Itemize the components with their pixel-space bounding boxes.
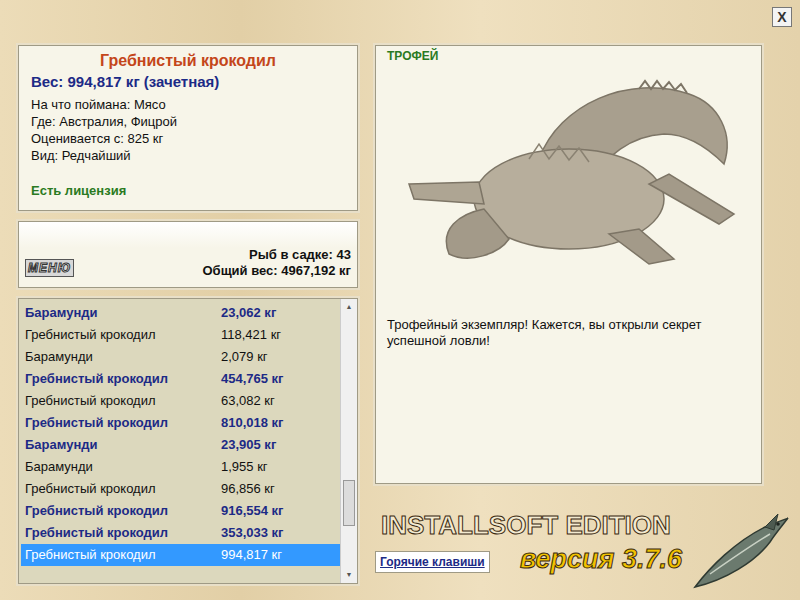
sturgeon-icon <box>690 512 790 592</box>
content: Гребнистый крокодилВес: 994,817 кг (заче… <box>0 45 800 584</box>
scroll-track <box>341 315 357 567</box>
license-status: Есть лицензия <box>31 181 345 201</box>
catch-rows: Барамунди23,062 кгГребнистый крокодил118… <box>19 299 340 583</box>
catch-list: Барамунди23,062 кгГребнистый крокодил118… <box>18 298 358 584</box>
brand-footer: Горячие клавиши версия 3.7.6 <box>375 544 762 574</box>
catch-row[interactable]: Гребнистый крокодил353,033 кг <box>21 522 340 544</box>
trophy-message: Трофейный экземпляр! Кажется, вы открыли… <box>387 317 750 349</box>
catch-name: Гребнистый крокодил <box>21 523 221 543</box>
catch-weight: 2,079 кг <box>221 347 268 367</box>
catch-row[interactable]: Гребнистый крокодил810,018 кг <box>21 412 340 434</box>
fish-details: На что поймана: МясоГде: Австралия, Фицр… <box>31 96 345 164</box>
catch-weight: 23,905 кг <box>221 435 276 455</box>
keepnet-weight: Общий вес: 4967,192 кг <box>202 263 351 279</box>
scroll-thumb[interactable] <box>343 480 355 526</box>
hotkeys-button[interactable]: Горячие клавиши <box>375 551 490 573</box>
trophy-header: ТРОФЕЙ <box>387 48 750 64</box>
sturgeon-decoration <box>690 512 790 592</box>
catch-row[interactable]: Барамунди2,079 кг <box>21 346 340 368</box>
catch-weight: 118,421 кг <box>221 325 281 345</box>
catch-weight: 994,817 кг <box>221 545 282 565</box>
trophy-panel: ТРОФЕЙ Трофейный экземпляр! Кажется, вы о… <box>375 45 762 484</box>
catch-name: Гребнистый крокодил <box>21 369 221 389</box>
catch-row[interactable]: Барамунди1,955 кг <box>21 456 340 478</box>
catch-row[interactable]: Гребнистый крокодил63,082 кг <box>21 390 340 412</box>
catch-row[interactable]: Гребнистый крокодил96,856 кг <box>21 478 340 500</box>
catch-row[interactable]: Гребнистый крокодил118,421 кг <box>21 324 340 346</box>
trophy-picture <box>387 64 750 279</box>
top-bar: X <box>0 0 800 45</box>
catch-name: Барамунди <box>21 303 221 323</box>
catch-row[interactable]: Гребнистый крокодил454,765 кг <box>21 368 340 390</box>
scroll-down-button[interactable]: ▼ <box>341 567 357 583</box>
catch-weight: 916,554 кг <box>221 501 284 521</box>
brand-version: версия 3.7.6 <box>520 544 682 574</box>
catch-weight: 353,033 кг <box>221 523 284 543</box>
crocodile-picture <box>389 64 749 279</box>
catch-name: Гребнистый крокодил <box>21 545 221 565</box>
brand-area: INSTALLSOFT EDITION Горячие клавиши версия… <box>375 510 762 574</box>
fish-card: Гребнистый крокодилВес: 994,817 кг (заче… <box>18 45 358 211</box>
fish-detail: Оценивается с: 825 кг <box>31 130 345 147</box>
game-screen: XГребнистый крокодилВес: 994,817 кг (зач… <box>0 0 800 600</box>
catch-row[interactable]: Гребнистый крокодил916,554 кг <box>21 500 340 522</box>
catch-weight: 63,082 кг <box>221 391 275 411</box>
keepnet-panel: МЕНЮ Рыб в садке: 43Общий вес: 4967,192 к… <box>18 221 358 288</box>
fish-detail: На что поймана: Мясо <box>31 96 345 113</box>
catch-name: Барамунди <box>21 435 221 455</box>
fish-detail: Вид: Редчайший <box>31 147 345 164</box>
catch-weight: 23,062 кг <box>221 303 276 323</box>
catch-name: Гребнистый крокодил <box>21 325 221 345</box>
close-button[interactable]: X <box>772 7 792 27</box>
catch-row[interactable]: Гребнистый крокодил994,817 кг <box>21 544 340 566</box>
catch-name: Гребнистый крокодил <box>21 413 221 433</box>
catch-name: Барамунди <box>21 347 221 367</box>
catch-name: Гребнистый крокодил <box>21 391 221 411</box>
keepnet-count: Рыб в садке: 43 <box>202 247 351 263</box>
right-column: ТРОФЕЙ Трофейный экземпляр! Кажется, вы о… <box>375 45 762 584</box>
brand-edition: INSTALLSOFT EDITION <box>375 510 762 540</box>
catch-row[interactable]: Барамунди23,905 кг <box>21 434 340 456</box>
catch-weight: 810,018 кг <box>221 413 284 433</box>
catch-name: Гребнистый крокодил <box>21 479 221 499</box>
fish-weight: Вес: 994,817 кг (зачетная) <box>31 72 345 92</box>
catch-row[interactable]: Барамунди23,062 кг <box>21 302 340 324</box>
scrollbar[interactable]: ▲▼ <box>340 299 357 583</box>
fish-detail: Где: Австралия, Фицрой <box>31 113 345 130</box>
catch-name: Гребнистый крокодил <box>21 501 221 521</box>
catch-weight: 1,955 кг <box>221 457 268 477</box>
menu-button[interactable]: МЕНЮ <box>25 259 74 277</box>
left-column: Гребнистый крокодилВес: 994,817 кг (заче… <box>18 45 358 584</box>
catch-name: Барамунди <box>21 457 221 477</box>
catch-weight: 96,856 кг <box>221 479 275 499</box>
catch-weight: 454,765 кг <box>221 369 284 389</box>
fish-name: Гребнистый крокодил <box>31 50 345 72</box>
scroll-up-button[interactable]: ▲ <box>341 299 357 315</box>
keepnet-info: Рыб в садке: 43Общий вес: 4967,192 кг <box>202 247 351 279</box>
